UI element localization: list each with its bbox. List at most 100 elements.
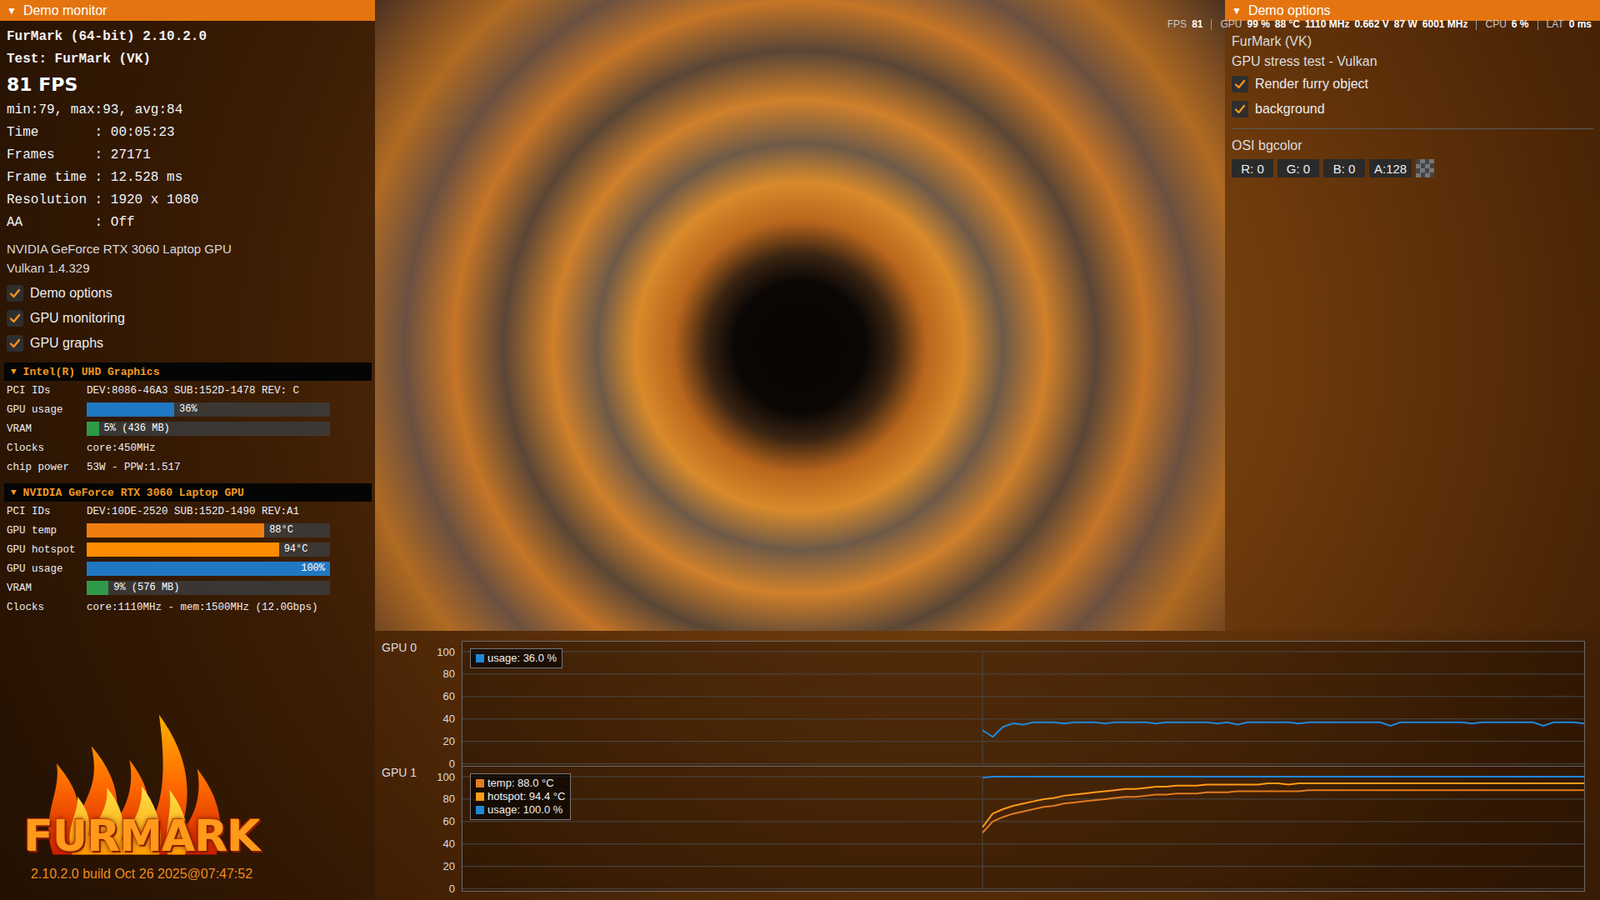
info-value: Off (110, 211, 135, 235)
info-separator: : (95, 189, 111, 212)
strip-label: CPU (1485, 18, 1506, 30)
demo-monitor-header[interactable]: ▼ Demo monitor (0, 0, 375, 21)
gpu-row: Clocks core:1110MHz - mem:1500MHz (12.0G… (4, 597, 372, 617)
series-line (982, 776, 1585, 778)
demo-description: GPU stress test - Vulkan (1231, 51, 1594, 72)
check-icon (9, 312, 21, 325)
checkbox-icon[interactable] (6, 285, 24, 302)
meter-reading: 36% (179, 402, 198, 417)
demo-options-header[interactable]: ▼ Demo options (1225, 0, 1600, 21)
info-row: AA : Off (6, 211, 369, 235)
graph-legend: usage: 36.0 % (470, 648, 563, 669)
option-checkbox[interactable]: GPU graphs (6, 330, 369, 356)
divider (1231, 128, 1594, 130)
gpu-row: chip power 53W - PPW:1.517 (4, 457, 372, 477)
color-swatch[interactable] (1415, 159, 1435, 178)
option-label: GPU monitoring (30, 310, 125, 326)
info-value: 12.528 ms (110, 166, 183, 190)
renderer-info: NVIDIA GeForce RTX 3060 Laptop GPU Vulka… (0, 234, 375, 281)
gpu-row: Clocks core:450MHz (4, 438, 372, 458)
color-field[interactable]: A:128 (1369, 159, 1412, 178)
strip-value: 0.662 V (1354, 18, 1389, 30)
series-line (982, 783, 1585, 827)
gpu-row-label: VRAM (6, 423, 87, 435)
meter-reading: 94°C (284, 542, 309, 557)
meter-reading: 88°C (269, 523, 294, 538)
gpu-row-value: DEV:8086-46A3 SUB:152D-1478 REV: C (86, 385, 300, 397)
meter-bar: 36% (86, 402, 330, 417)
gpu-row-value: 53W - PPW:1.517 (86, 461, 181, 474)
strip-value: 81 (1191, 18, 1203, 30)
gpu-section: ▼ Intel(R) UHD Graphics PCI IDs DEV:8086… (0, 362, 375, 484)
strip-value: 1110 MHz (1305, 18, 1350, 30)
info-value: 27171 (110, 144, 151, 167)
gpu-row-label: GPU temp (6, 525, 87, 537)
meter-fill (86, 402, 175, 417)
panel-title: Demo monitor (23, 3, 107, 19)
option-checkbox[interactable]: Render furry object (1231, 71, 1594, 97)
render-view (375, 0, 1225, 631)
checkbox-icon[interactable] (6, 310, 24, 327)
meter-fill (86, 421, 100, 436)
plot-canvas (462, 776, 1585, 890)
strip-value: 6 % (1511, 18, 1530, 30)
legend-label: hotspot: 94.4 °C (487, 790, 565, 804)
meter-bar: 100% (86, 561, 330, 576)
checkbox-icon[interactable] (1231, 75, 1249, 93)
monitor-options: Demo options GPU monitoring GPU graphs (0, 280, 375, 363)
gpu-row-label: Clocks (6, 601, 87, 614)
grid-line (462, 763, 1585, 765)
option-checkbox[interactable]: GPU monitoring (6, 305, 369, 331)
strip-label: GPU (1220, 18, 1242, 30)
fps-stats: min:79, max:93, avg:84 (6, 99, 369, 122)
legend-item: usage: 36.0 % (475, 651, 557, 665)
gpu-row: PCI IDs DEV:10DE-2520 SUB:152D-1490 REV:… (4, 501, 372, 521)
collapse-icon[interactable]: ▼ (6, 5, 17, 17)
info-label: Resolution (6, 189, 95, 212)
collapse-icon[interactable]: ▼ (10, 366, 17, 377)
y-axis: 100806040200 (425, 640, 462, 767)
gpu-header[interactable]: ▼ Intel(R) UHD Graphics (4, 362, 372, 381)
legend-swatch (475, 779, 485, 788)
gpu-row-label: VRAM (6, 582, 87, 595)
grid-line (462, 776, 1585, 778)
meter-bar: 5% (436 MB) (86, 421, 330, 436)
info-separator: : (95, 166, 111, 190)
gpu-row-value: core:1110MHz - mem:1500MHz (12.0Gbps) (86, 601, 319, 614)
check-icon (1234, 103, 1246, 115)
gpu-header[interactable]: ▼ NVIDIA GeForce RTX 3060 Laptop GPU (4, 483, 372, 502)
meter-reading: 5% (436 MB) (104, 421, 170, 436)
color-field[interactable]: G: 0 (1277, 159, 1320, 178)
meter-reading: 100% (300, 561, 325, 576)
option-checkbox[interactable]: Demo options (6, 280, 369, 306)
status-strip: FPS 81 GPU 99 %88 °C1110 MHz0.662 V87 W6… (1167, 18, 1592, 30)
checkbox-icon[interactable] (1231, 100, 1249, 118)
run-info: FurMark (64-bit) 2.10.2.0 Test: FurMark … (0, 20, 375, 235)
color-field[interactable]: R: 0 (1231, 159, 1274, 178)
grid-line (462, 865, 1585, 867)
panel-title: Demo options (1248, 3, 1331, 19)
build-info: 2.10.2.0 build Oct 26 2025@07:47:52 (30, 866, 253, 882)
strip-value: 88 °C (1275, 18, 1300, 30)
info-row: Resolution : 1920 x 1080 (6, 189, 369, 212)
grid-line (462, 651, 1585, 653)
gpu-row: VRAM 9% (576 MB) (4, 578, 372, 598)
collapse-icon[interactable]: ▼ (1231, 5, 1242, 17)
collapse-icon[interactable]: ▼ (10, 487, 17, 498)
grid-line (462, 798, 1585, 800)
test-name: Test: FurMark (VK) (6, 48, 369, 71)
color-field[interactable]: B: 0 (1323, 159, 1365, 178)
option-checkbox[interactable]: background (1231, 96, 1594, 122)
info-separator: : (95, 211, 111, 235)
legend-item: usage: 100.0 % (475, 803, 565, 817)
option-label: background (1255, 101, 1325, 117)
grid-line (462, 695, 1585, 697)
gpu-row: PCI IDs DEV:8086-46A3 SUB:152D-1478 REV:… (4, 380, 372, 400)
meter-fill (86, 561, 330, 576)
option-label: Demo options (30, 285, 113, 301)
color-label: OSI bgcolor (1231, 135, 1594, 156)
checkbox-icon[interactable] (6, 335, 24, 352)
strip-label: FPS (1167, 18, 1187, 30)
api-version: Vulkan 1.4.329 (6, 258, 369, 278)
grid-line (462, 888, 1585, 890)
